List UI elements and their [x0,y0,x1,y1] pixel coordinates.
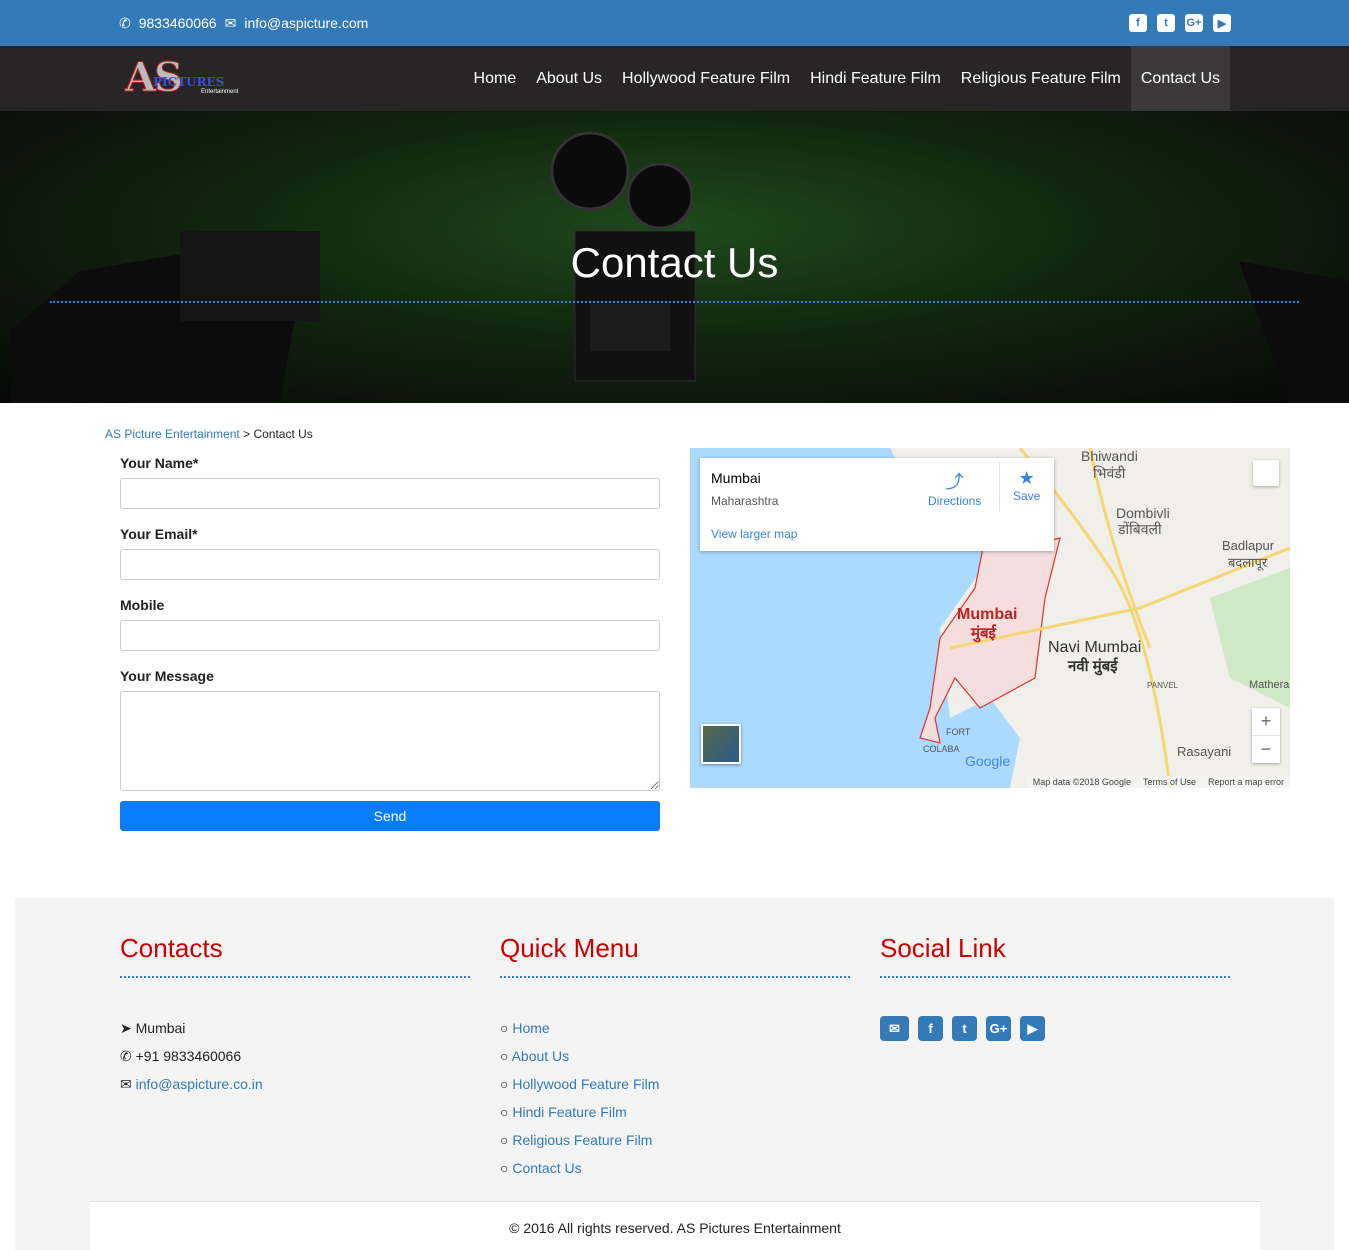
top-email[interactable]: info@aspicture.com [244,15,368,32]
directions-button[interactable]: ⤴ Directions [928,468,981,508]
footer-quick-menu: Quick Menu ○ Home ○ About Us ○ Hollywood… [500,933,850,1188]
mobile-label: Mobile [120,597,165,613]
send-button[interactable]: Send [120,801,660,831]
main-nav: AS PICTURES Entertainment Home About Us Ho… [0,46,1349,111]
page-title: Contact Us [570,239,779,286]
phone-icon: ✆ [119,15,131,31]
youtube-icon[interactable]: ▶ [1213,14,1231,32]
footer-social: Social Link ✉ f t G+ ▶ [880,933,1230,1041]
map-attribution: Map data ©2018 Google [1032,777,1131,787]
nav-religious[interactable]: Religious Feature Film [951,46,1131,111]
youtube-icon[interactable]: ▶ [1020,1016,1045,1041]
email-label: Your Email* [120,526,198,542]
nav-hollywood[interactable]: Hollywood Feature Film [612,46,800,111]
quick-contact[interactable]: Contact Us [512,1160,581,1176]
map-info-card: Mumbai Maharashtra View larger map ⤴ Dire… [700,458,1054,551]
quick-religious[interactable]: Religious Feature Film [512,1132,652,1148]
terms-link[interactable]: Terms of Use [1143,777,1196,787]
satellite-toggle[interactable] [701,724,741,764]
message-label: Your Message [120,668,214,684]
view-larger-map-link[interactable]: View larger map [711,527,797,541]
email-input[interactable] [120,549,660,580]
nav-hindi[interactable]: Hindi Feature Film [800,46,951,111]
twitter-icon[interactable]: t [1157,14,1175,32]
breadcrumb: AS Picture Entertainment > Contact Us [105,427,313,441]
logo[interactable]: AS PICTURES Entertainment [125,54,255,102]
phone-icon: ✆ [120,1048,132,1064]
light-stand-image [10,231,320,403]
zoom-out-button[interactable]: − [1252,735,1280,762]
quick-hindi[interactable]: Hindi Feature Film [512,1104,626,1120]
facebook-icon[interactable]: f [1129,14,1147,32]
contact-form: Your Name* Your Email* Mobile Your Messa… [120,455,660,831]
hero-banner: Contact Us [0,111,1349,403]
footer-contacts: Contacts ➤ Mumbai ✆ +91 9833460066 ✉ inf… [120,933,470,1104]
directions-icon: ⤴ [945,472,964,492]
name-label: Your Name* [120,455,199,471]
google-logo: Google [965,753,1011,769]
mobile-input[interactable] [120,620,660,651]
copyright: © 2016 All rights reserved. AS Pictures … [90,1201,1260,1250]
quick-about[interactable]: About Us [512,1048,570,1064]
google-map[interactable]: Bhiwandi भिवंडी Dombivli डोंबिवली Badlap… [690,448,1290,788]
zoom-in-button[interactable]: + [1252,708,1280,735]
top-bar: ✆ 9833460066 ✉ info@aspicture.com f t G+ ▶ [0,0,1349,46]
map-region: Maharashtra [711,494,779,508]
google-plus-icon[interactable]: G+ [1185,14,1203,32]
star-icon: ★ [1018,468,1035,488]
name-input[interactable] [120,478,660,509]
pegman-icon[interactable] [1253,460,1279,486]
quick-hollywood[interactable]: Hollywood Feature Film [512,1076,659,1092]
footer: Contacts ➤ Mumbai ✆ +91 9833460066 ✉ inf… [15,898,1334,1250]
footer-email-link[interactable]: info@aspicture.co.in [136,1076,263,1092]
top-phone: 9833460066 [138,15,217,31]
facebook-icon[interactable]: f [918,1016,943,1041]
nav-home[interactable]: Home [464,46,527,111]
nav-about[interactable]: About Us [526,46,612,111]
breadcrumb-current: Contact Us [253,427,313,441]
twitter-icon[interactable]: t [952,1016,977,1041]
divider [50,301,1299,303]
report-link[interactable]: Report a map error [1208,777,1284,787]
nav-contact[interactable]: Contact Us [1130,46,1230,111]
map-place-name: Mumbai [711,470,761,486]
envelope-icon[interactable]: ✉ [880,1016,909,1041]
quick-home[interactable]: Home [512,1020,549,1036]
save-button[interactable]: ★ Save [1013,468,1040,503]
envelope-icon: ✉ [224,15,237,31]
message-textarea[interactable] [120,691,660,791]
breadcrumb-home[interactable]: AS Picture Entertainment [105,427,240,441]
google-plus-icon[interactable]: G+ [986,1016,1011,1041]
envelope-icon: ✉ [120,1076,132,1092]
location-arrow-icon: ➤ [120,1020,132,1036]
